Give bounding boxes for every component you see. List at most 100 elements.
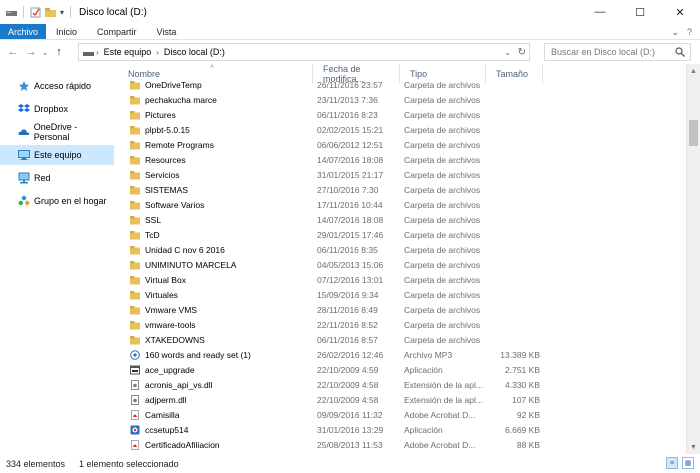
- file-type: Carpeta de archivos: [404, 184, 481, 195]
- file-row[interactable]: Unidad C nov 6 2016 06/11/2016 8:35 Carpet…: [118, 242, 686, 257]
- file-name: ace_upgrade: [145, 364, 195, 375]
- details-view-icon[interactable]: ≡: [666, 457, 678, 469]
- file-row[interactable]: adjperm.dll 22/10/2009 4:58 Extensión de l…: [118, 392, 686, 407]
- file-rows: OneDriveTemp 26/11/2016 23:57 Carpeta de a…: [118, 80, 686, 452]
- file-row[interactable]: Pictures 06/11/2016 8:23 Carpeta de archiv…: [118, 107, 686, 122]
- file-name: Software Varios: [145, 199, 205, 210]
- file-date: 29/01/2015 17:46: [317, 229, 384, 240]
- file-name: Remote Programs: [145, 139, 214, 150]
- file-row[interactable]: OneDriveTemp 26/11/2016 23:57 Carpeta de a…: [118, 77, 686, 92]
- nav-item-label: OneDrive - Personal: [33, 122, 78, 142]
- tab-archivo[interactable]: Archivo: [0, 24, 47, 39]
- file-row[interactable]: Vmware VMS 28/11/2016 8:49 Carpeta de arch…: [118, 302, 686, 317]
- status-bar: 334 elementos 1 elemento seleccionado ≡ …: [0, 454, 700, 473]
- folder-icon: [130, 185, 145, 195]
- file-name: Pictures: [145, 109, 176, 120]
- large-icons-view-icon[interactable]: ▦: [682, 457, 694, 469]
- close-button[interactable]: ✕: [660, 0, 700, 24]
- file-type: Extensión de la apl...: [404, 394, 483, 405]
- folder-icon: [130, 290, 145, 300]
- scroll-down-arrow-icon[interactable]: ▼: [687, 440, 700, 454]
- folder-icon: [130, 110, 145, 120]
- file-date: 06/06/2012 12:51: [317, 139, 384, 150]
- file-type: Carpeta de archivos: [404, 154, 481, 165]
- nav-item-acceso-rapido[interactable]: Acceso rápido: [0, 76, 114, 96]
- folder-icon: [130, 140, 145, 150]
- up-button[interactable]: ↑: [52, 43, 66, 61]
- file-row[interactable]: CertificadoAfiliacion 25/08/2013 11:53 Ado…: [118, 437, 686, 452]
- file-date: 27/10/2016 7:30: [317, 184, 379, 195]
- nav-item-red[interactable]: Red: [0, 168, 114, 188]
- vertical-scrollbar[interactable]: ▲ ▼: [686, 64, 700, 454]
- dropbox-icon: [18, 104, 30, 112]
- file-name: Resources: [145, 154, 186, 165]
- file-name-cell: OneDriveTemp: [130, 80, 314, 90]
- nav-item-este-equipo[interactable]: Este equipo: [0, 145, 114, 165]
- file-row[interactable]: SSL 14/07/2016 18:08 Carpeta de archivos: [118, 212, 686, 227]
- ribbon-tabs: Archivo Inicio Compartir Vista ⌄ ?: [0, 24, 700, 40]
- search-box: [544, 43, 691, 61]
- back-button[interactable]: ←: [6, 43, 20, 61]
- refresh-button[interactable]: ↻: [518, 44, 526, 60]
- file-date: 26/11/2016 23:57: [317, 79, 383, 90]
- file-row[interactable]: UNIMINUTO MARCELA 04/05/2013 15:06 Carpeta…: [118, 257, 686, 272]
- file-row[interactable]: Resources 14/07/2016 18:08 Carpeta de arch…: [118, 152, 686, 167]
- file-row[interactable]: ace_upgrade 22/10/2009 4:59 Aplicación 2.75…: [118, 362, 686, 377]
- file-row[interactable]: SISTEMAS 27/10/2016 7:30 Carpeta de archiv…: [118, 182, 686, 197]
- properties-icon[interactable]: [30, 7, 41, 18]
- file-type: Carpeta de archivos: [404, 214, 481, 225]
- maximize-button[interactable]: ☐: [620, 0, 660, 24]
- recent-locations-button[interactable]: ⌄: [38, 43, 52, 61]
- address-bar[interactable]: › Este equipo › Disco local (D:) ⌄ ↻: [78, 43, 530, 61]
- file-date: 23/11/2013 7:36: [317, 94, 378, 105]
- tab-compartir[interactable]: Compartir: [87, 24, 147, 39]
- file-row[interactable]: pechakucha marce 23/11/2013 7:36 Carpeta d…: [118, 92, 686, 107]
- file-date: 14/07/2016 18:08: [317, 154, 384, 165]
- scrollbar-thumb[interactable]: [689, 120, 698, 146]
- file-name: Virtuales: [145, 289, 178, 300]
- file-date: 22/11/2016 8:52: [317, 319, 378, 330]
- tab-inicio[interactable]: Inicio: [46, 24, 87, 39]
- help-button[interactable]: ?: [687, 27, 692, 37]
- nav-item-onedrive[interactable]: OneDrive - Personal: [0, 122, 114, 142]
- folder-icon: [130, 80, 145, 90]
- folder-icon: [130, 245, 145, 255]
- tab-vista[interactable]: Vista: [147, 24, 187, 39]
- file-row[interactable]: Software Varios 17/11/2016 10:44 Carpeta d…: [118, 197, 686, 212]
- nav-item-dropbox[interactable]: Dropbox: [0, 99, 114, 119]
- file-row[interactable]: ccsetup514 31/01/2016 13:29 Aplicación 6.66…: [118, 422, 686, 437]
- nav-item-label: Dropbox: [34, 104, 69, 114]
- folder-icon: [130, 200, 145, 210]
- breadcrumb-este-equipo[interactable]: Este equipo: [104, 47, 152, 57]
- file-row[interactable]: Virtual Box 07/12/2016 13:01 Carpeta de ar…: [118, 272, 686, 287]
- file-type: Carpeta de archivos: [404, 334, 481, 345]
- computer-icon: [83, 51, 94, 56]
- file-type: Carpeta de archivos: [404, 169, 481, 180]
- search-input[interactable]: [551, 47, 673, 57]
- minimize-button[interactable]: —: [580, 0, 620, 24]
- breadcrumb-disco-local[interactable]: Disco local (D:): [164, 47, 225, 57]
- file-date: 31/01/2015 21:17: [317, 169, 384, 180]
- customize-toolbar-icon[interactable]: ▾: [60, 8, 64, 17]
- nav-item-grupo-hogar[interactable]: Grupo en el hogar: [0, 191, 114, 211]
- file-row[interactable]: plpbt-5.0.15 02/02/2015 15:21 Carpeta de a…: [118, 122, 686, 137]
- scroll-up-arrow-icon[interactable]: ▲: [687, 64, 700, 78]
- file-date: 31/01/2016 13:29: [317, 424, 384, 435]
- file-date: 28/11/2016 8:49: [317, 304, 378, 315]
- file-row[interactable]: acronis_api_vs.dll 22/10/2009 4:58 Extensi…: [118, 377, 686, 392]
- file-name: SSL: [145, 214, 162, 225]
- file-row[interactable]: XTAKEDOWNS 06/11/2016 8:57 Carpeta de arch…: [118, 332, 686, 347]
- expand-ribbon-button[interactable]: ⌄: [671, 27, 679, 38]
- new-folder-icon[interactable]: [45, 7, 56, 18]
- forward-button[interactable]: →: [24, 43, 38, 61]
- file-row[interactable]: Remote Programs 06/06/2012 12:51 Carpeta d…: [118, 137, 686, 152]
- address-dropdown-button[interactable]: ⌄: [504, 44, 511, 60]
- file-row[interactable]: Camisilla 09/09/2016 11:32 Adobe Acrobat D…: [118, 407, 686, 422]
- search-icon[interactable]: [675, 47, 685, 57]
- file-row[interactable]: 160 words and ready set (1) 26/02/2016 12…: [118, 347, 686, 362]
- network-icon: [18, 172, 30, 184]
- file-row[interactable]: Virtuales 15/09/2016 9:34 Carpeta de archi…: [118, 287, 686, 302]
- file-row[interactable]: Servicios 31/01/2015 21:17 Carpeta de arch…: [118, 167, 686, 182]
- file-row[interactable]: vmware-tools 22/11/2016 8:52 Carpeta de ar…: [118, 317, 686, 332]
- file-row[interactable]: TcD 29/01/2015 17:46 Carpeta de archivos: [118, 227, 686, 242]
